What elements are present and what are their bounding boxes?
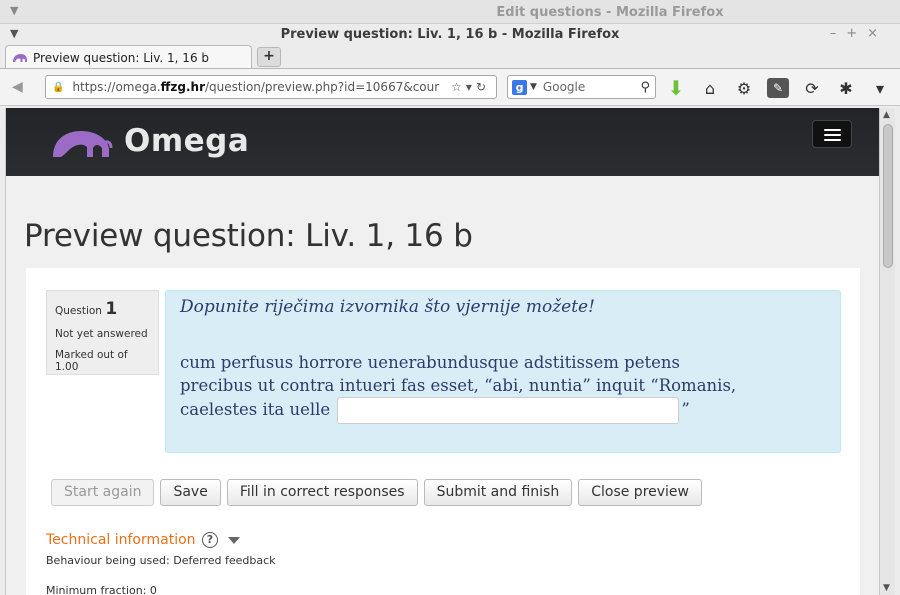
bookmark-star-icon[interactable]: ☆ xyxy=(451,80,466,94)
history-dropdown-icon[interactable]: ▾ xyxy=(466,80,476,94)
sync-icon[interactable]: ⟳ xyxy=(801,79,823,98)
background-window-title: Edit questions - Mozilla Firefox xyxy=(496,5,724,20)
maximize-icon[interactable]: + xyxy=(846,26,867,41)
technical-information-heading[interactable]: Technical information xyxy=(46,532,196,548)
url-bar[interactable]: 🔒 https://omega.ffzg.hr/question/preview… xyxy=(45,75,497,99)
engine-dropdown-icon[interactable]: ▼ xyxy=(530,82,537,92)
lock-icon[interactable]: 🔒 xyxy=(52,82,64,93)
behaviour-info: Behaviour being used: Deferred feedback xyxy=(46,554,276,567)
url-text: https://omega.ffzg.hr/question/preview.p… xyxy=(72,80,451,94)
menu-bar-icon xyxy=(824,134,841,136)
question-state: Not yet answered xyxy=(55,328,148,340)
window-controls: –+× xyxy=(830,26,888,41)
page-viewport: Omega Preview question: Liv. 1, 16 b Que… xyxy=(5,108,879,595)
question-text: cum perfusus horrore uenerabundusque ads… xyxy=(180,351,826,424)
tab-label: Preview question: Liv. 1, 16 b xyxy=(33,50,210,65)
question-line-3-text: caelestes ita uelle xyxy=(180,400,331,419)
url-domain: ffzg.hr xyxy=(160,80,205,94)
question-instruction: Dopunite riječima izvornika što vjernije… xyxy=(180,297,595,317)
search-icon[interactable]: ⚲ xyxy=(640,80,655,95)
tab-strip: Preview question: Liv. 1, 16 b + xyxy=(0,44,900,69)
search-bar[interactable]: g ▼ Google ⚲ xyxy=(507,75,656,99)
question-buttons: Start again Save Fill in correct respons… xyxy=(51,479,702,506)
save-button[interactable]: Save xyxy=(160,479,221,506)
technical-information-toggle[interactable]: Technical information ? xyxy=(46,532,241,548)
scroll-down-arrow-icon[interactable]: ▼ xyxy=(883,583,890,593)
question-mark: Marked out of 1.00 xyxy=(55,349,128,373)
extension-icon[interactable]: ⚙ xyxy=(733,79,755,98)
question-info-panel: Question 1 Not yet answered Marked out o… xyxy=(46,290,159,375)
back-arrow-icon[interactable]: ◀ xyxy=(12,79,23,95)
omega-elephant-logo-icon[interactable] xyxy=(51,128,113,158)
minimum-fraction-info: Minimum fraction: 0 xyxy=(46,584,157,595)
question-formulation: Dopunite riječima izvornika što vjernije… xyxy=(165,290,841,453)
question-number: Question 1 xyxy=(55,299,150,319)
bug-icon[interactable]: ✱ xyxy=(835,79,857,98)
question-card: Question 1 Not yet answered Marked out o… xyxy=(26,268,860,595)
background-window-titlebar: ▼ Edit questions - Mozilla Firefox xyxy=(0,0,900,24)
tab-preview-question[interactable]: Preview question: Liv. 1, 16 b xyxy=(5,45,252,69)
evernote-icon[interactable]: ✎ xyxy=(767,78,789,98)
fill-correct-responses-button[interactable]: Fill in correct responses xyxy=(226,479,418,506)
window-title: Preview question: Liv. 1, 16 b - Mozilla… xyxy=(280,27,620,42)
menu-bar-icon xyxy=(824,129,841,131)
url-prefix: https://omega. xyxy=(72,80,161,94)
caret-down-icon[interactable] xyxy=(228,536,241,544)
closing-quote: ” xyxy=(681,400,690,419)
url-actions: ☆▾↻ xyxy=(451,80,496,94)
hamburger-menu-button[interactable] xyxy=(812,120,852,148)
help-icon[interactable]: ? xyxy=(202,532,218,548)
minimize-icon[interactable]: – xyxy=(830,26,847,41)
answer-input[interactable] xyxy=(337,397,680,424)
reload-icon[interactable]: ↻ xyxy=(476,80,490,94)
overflow-menu-icon[interactable]: ▾ xyxy=(869,79,891,98)
firefox-window: ▼ Preview question: Liv. 1, 16 b - Mozil… xyxy=(0,24,900,595)
page-scrollbar[interactable]: ▲ ▼ xyxy=(879,108,895,595)
question-line-3: caelestes ita uelle ” xyxy=(180,397,826,424)
start-again-button[interactable]: Start again xyxy=(51,479,155,506)
toolbar-icons: ⬇ ⌂ ⚙ ✎ ⟳ ✱ ▾ ✂ xyxy=(665,76,900,100)
submit-and-finish-button[interactable]: Submit and finish xyxy=(423,479,573,506)
search-placeholder: Google xyxy=(542,80,586,94)
close-icon[interactable]: × xyxy=(867,26,888,41)
omega-favicon-icon xyxy=(13,53,27,62)
menu-bar-icon xyxy=(824,139,841,141)
question-line-1: cum perfusus horrore uenerabundusque ads… xyxy=(180,353,680,372)
scroll-up-arrow-icon[interactable]: ▲ xyxy=(883,110,890,120)
url-path: /question/preview.php?id=10667&cour xyxy=(205,80,440,94)
download-arrow-icon[interactable]: ⬇ xyxy=(665,76,687,100)
close-preview-button[interactable]: Close preview xyxy=(578,479,702,506)
navigation-toolbar: ◀ 🔒 https://omega.ffzg.hr/question/previ… xyxy=(0,68,900,106)
page-title: Preview question: Liv. 1, 16 b xyxy=(24,218,473,254)
window-titlebar: ▼ Preview question: Liv. 1, 16 b - Mozil… xyxy=(0,24,900,44)
site-header: Omega xyxy=(6,108,879,176)
question-line-2: precibus ut contra intueri fas esset, “a… xyxy=(180,376,737,395)
google-engine-icon[interactable]: g xyxy=(512,79,527,95)
home-icon[interactable]: ⌂ xyxy=(699,79,721,98)
question-number-value: 1 xyxy=(105,299,118,319)
question-label: Question xyxy=(55,305,102,317)
new-tab-button[interactable]: + xyxy=(257,47,281,67)
site-brand[interactable]: Omega xyxy=(124,123,249,159)
scrollbar-thumb[interactable] xyxy=(883,124,893,268)
